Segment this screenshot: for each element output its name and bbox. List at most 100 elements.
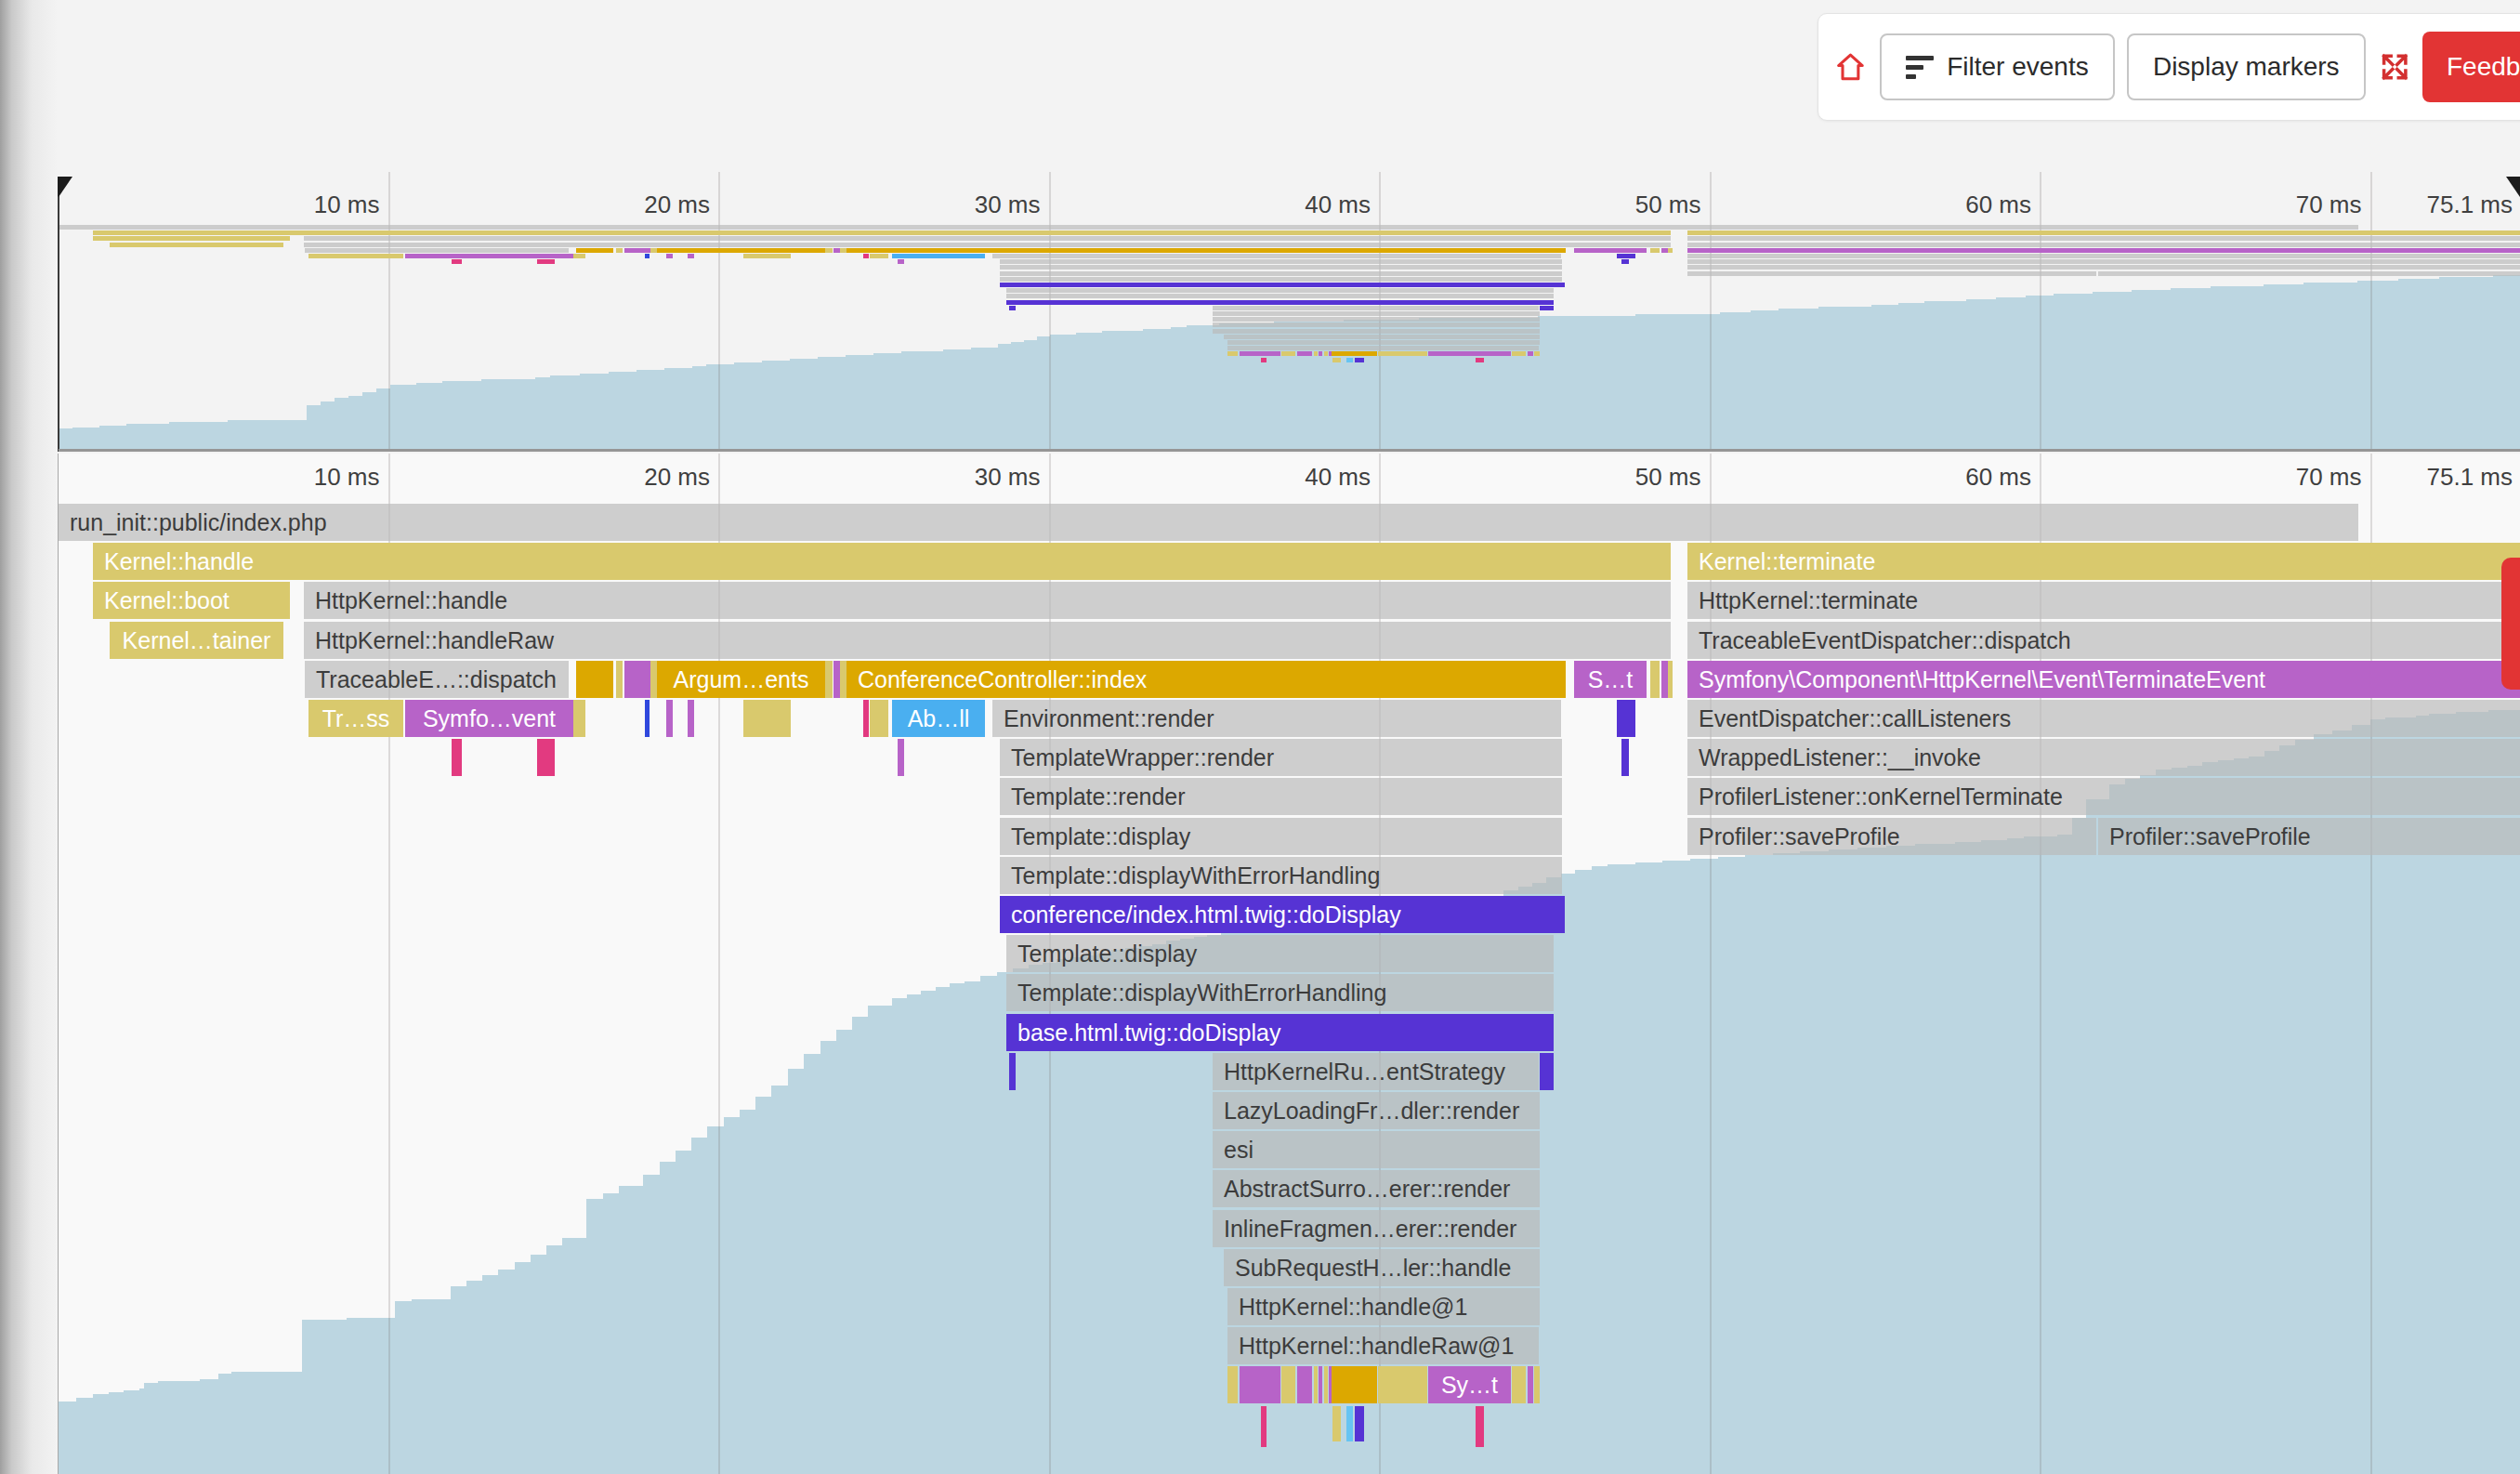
timeline-span[interactable] [1687,254,2520,258]
timeline-span[interactable]: Kernel…tainer [110,622,283,659]
timeline-span[interactable] [1687,230,2520,235]
timeline-span[interactable] [1687,259,2520,264]
timeline-span[interactable] [1227,351,1238,356]
timeline-span[interactable] [1006,294,1554,298]
timeline-span[interactable]: Template::displayWithErrorHandling [1000,857,1562,894]
timeline-span[interactable]: Argum…ents [657,661,825,698]
timeline-span[interactable] [1213,306,1539,310]
timeline-span[interactable] [1528,351,1533,356]
timeline-span[interactable] [1512,1366,1526,1403]
timeline-span[interactable] [537,739,555,776]
timeline-span[interactable] [1661,248,1668,253]
timeline-span[interactable] [657,248,825,253]
timeline-span[interactable] [1281,1366,1295,1403]
timeline-span[interactable] [840,661,847,698]
timeline-span[interactable] [1332,1406,1341,1441]
timeline-span[interactable] [898,259,904,264]
timeline-span[interactable]: Symfony\Component\HttpKernel\Event\Termi… [1687,661,2520,698]
timeline-span[interactable] [1378,351,1427,356]
timeline-span[interactable] [576,661,613,698]
timeline-span[interactable] [1668,661,1673,698]
timeline-span[interactable] [1224,335,1540,339]
timeline-span[interactable] [1297,351,1312,356]
timeline-span[interactable]: Tr…ss [308,700,403,737]
timeline-span[interactable] [624,661,650,698]
timeline-span[interactable] [645,700,650,737]
timeline-span[interactable]: WrappedListener::__invoke [1687,739,2520,776]
timeline-span[interactable] [110,243,283,247]
timeline-span[interactable] [1240,351,1280,356]
timeline-span[interactable] [1000,277,1562,282]
timeline-span[interactable] [308,254,403,258]
timeline-span[interactable] [1213,322,1540,327]
timeline-span[interactable] [1621,259,1629,264]
timeline-span[interactable] [743,700,791,737]
timeline-span[interactable]: Kernel::boot [93,582,290,619]
timeline-span[interactable] [452,259,462,264]
timeline-span[interactable]: AbstractSurro…erer::render [1213,1170,1540,1207]
timeline-span[interactable] [1314,351,1318,356]
timeline-span[interactable] [1621,739,1629,776]
timeline-span[interactable] [1006,300,1554,305]
timeline-span[interactable] [1687,248,2520,253]
timeline-span[interactable] [1319,1366,1322,1403]
timeline-span[interactable] [1346,358,1353,362]
timeline-span[interactable] [1687,243,2520,247]
timeline-span[interactable] [1332,351,1377,356]
timeline-span[interactable] [1428,351,1511,356]
timeline-span[interactable] [1687,236,2520,241]
timeline-span[interactable] [1378,1366,1427,1403]
home-icon[interactable] [1834,40,1867,94]
timeline-span[interactable] [1476,1406,1484,1447]
timeline-span[interactable]: HttpKernelRu…entStrategy [1213,1053,1539,1090]
timeline-span[interactable] [304,243,1671,247]
timeline-span[interactable] [573,254,585,258]
timeline-span[interactable]: HttpKernel::handleRaw [304,622,1671,659]
timeline-span[interactable] [1346,1406,1353,1441]
timeline-span[interactable] [1006,288,1554,293]
timeline-span[interactable] [833,248,840,253]
timeline-span[interactable] [59,225,2358,230]
timeline-span[interactable] [1661,661,1668,698]
timeline-span[interactable] [93,230,1671,235]
timeline-span[interactable] [1617,700,1635,737]
timeline-span[interactable] [537,259,555,264]
timeline-span[interactable] [645,254,650,258]
timeline-span[interactable]: ConferenceController::index [847,661,1566,698]
timeline-span[interactable]: SubRequestH…ler::handle [1224,1249,1540,1286]
timeline-span[interactable] [1355,1406,1364,1441]
timeline-span[interactable]: Template::display [1006,935,1554,972]
timeline-span[interactable]: S…t [1574,661,1647,698]
timeline-span[interactable] [666,254,673,258]
timeline-span[interactable] [650,248,657,253]
timeline-span[interactable]: TemplateWrapper::render [1000,739,1562,776]
timeline-span[interactable] [1534,1366,1540,1403]
timeline-span[interactable]: LazyLoadingFr…dler::render [1213,1092,1540,1129]
timeline-span[interactable] [1000,283,1565,287]
timeline-span[interactable] [1332,358,1341,362]
timeline-span[interactable] [833,661,840,698]
timeline-span[interactable]: Environment::render [992,700,1561,737]
timeline-span[interactable] [650,661,657,698]
timeline-span[interactable]: run_init::public/index.php [59,504,2358,541]
timeline-span[interactable] [1332,1366,1377,1403]
timeline-span[interactable] [1668,248,1673,253]
timeline-span[interactable] [405,254,573,258]
timeline-span[interactable] [624,248,650,253]
timeline-span[interactable]: conference/index.html.twig::doDisplay [1000,896,1565,933]
timeline-span[interactable] [576,248,613,253]
timeline-span[interactable] [898,739,904,776]
timeline-span[interactable]: esi [1213,1131,1540,1168]
timeline-span[interactable] [1213,317,1540,322]
timeline-span[interactable] [870,700,888,737]
timeline-span[interactable] [1227,1366,1238,1403]
timeline-span[interactable] [825,248,833,253]
timeline-span[interactable]: EventDispatcher::callListeners [1687,700,2520,737]
timeline-span[interactable] [1000,259,1562,264]
display-markers-button[interactable]: Display markers [2127,33,2366,100]
timeline-span[interactable] [1528,1366,1533,1403]
timeline-span[interactable] [863,700,869,737]
timeline-span[interactable] [573,700,585,737]
timeline-span[interactable] [305,248,569,253]
timeline-span[interactable] [304,236,1671,241]
